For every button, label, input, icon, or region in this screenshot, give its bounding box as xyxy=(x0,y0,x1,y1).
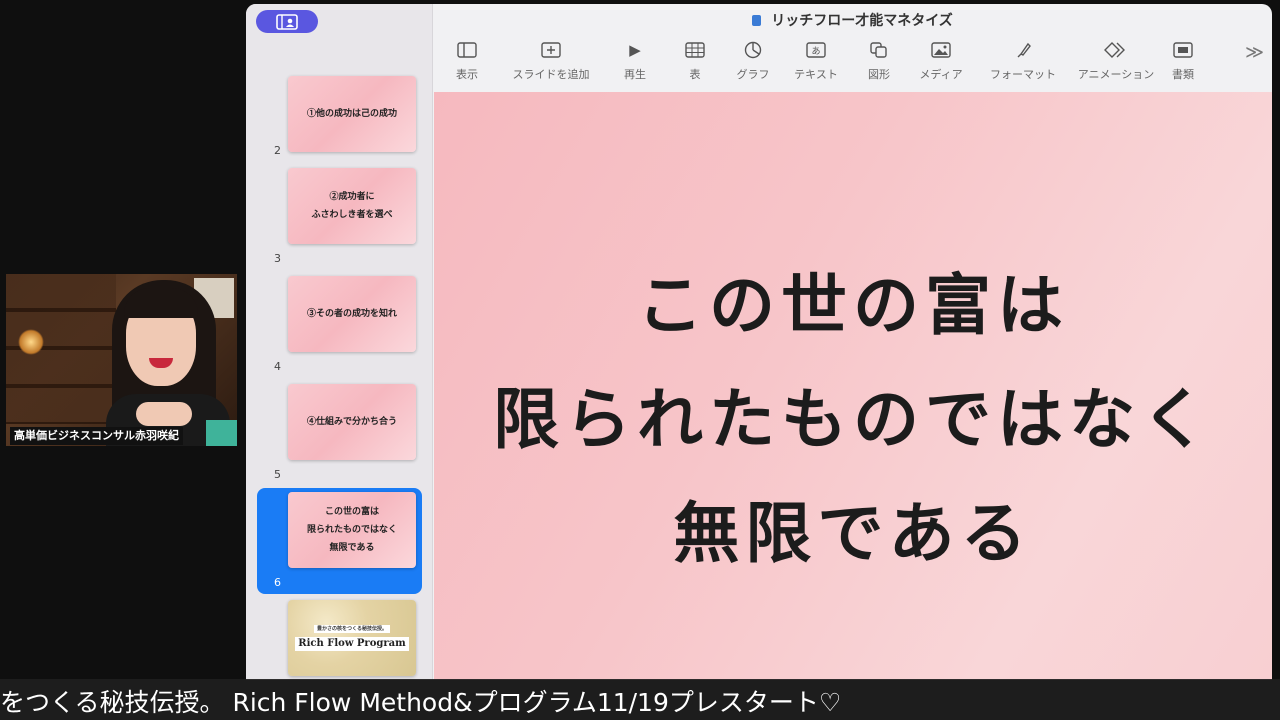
toolbar: 表示 スライドを追加 ▶ 再生 表 グラフ あ テキスト 図形 メディア フォー… xyxy=(433,38,1272,90)
slide-text-line[interactable]: 限られたものではなく xyxy=(434,366,1272,462)
add-slide-icon xyxy=(506,38,596,62)
presenter-caption: 高単価ビジネスコンサル赤羽咲紀 xyxy=(10,427,183,445)
slide-number: 3 xyxy=(274,252,281,265)
format-brush-icon xyxy=(978,38,1068,62)
toolbar-view-button[interactable]: 表示 xyxy=(422,38,512,82)
lamp xyxy=(18,329,44,355)
toolbar-format-button[interactable]: フォーマット xyxy=(978,38,1068,82)
slide-thumb-3[interactable]: ②成功者に ふさわしき者を選べ xyxy=(288,168,416,244)
sidebar-view-icon xyxy=(422,38,512,62)
toolbar-add-slide-button[interactable]: スライドを追加 xyxy=(506,38,596,82)
keynote-document-icon xyxy=(752,14,762,26)
slide-text-line[interactable]: この世の富は xyxy=(434,252,1272,348)
media-icon xyxy=(896,38,986,62)
thumb-subtitle: 豊かさの核をつくる秘技伝授。 xyxy=(314,625,390,633)
green-book xyxy=(206,420,237,446)
ticker-text: をつくる秘技伝授。 Rich Flow Method&プログラム11/19プレス… xyxy=(0,688,842,717)
scrolling-ticker: をつくる秘技伝授。 Rich Flow Method&プログラム11/19プレス… xyxy=(0,679,1280,720)
slide-text-line[interactable]: 無限である xyxy=(434,480,1272,576)
sidebar-person-icon xyxy=(276,13,298,30)
svg-text:あ: あ xyxy=(811,46,820,57)
toolbar-document-button[interactable]: 書類 xyxy=(1138,38,1228,82)
slide-thumb-5[interactable]: ④仕組みで分かち合う xyxy=(288,384,416,460)
slide-thumb-2[interactable]: ①他の成功は己の成功 xyxy=(288,76,416,152)
slide-thumb-6[interactable]: この世の富は 限られたものではなく 無限である xyxy=(288,492,416,568)
webcam-overlay xyxy=(6,274,237,446)
thumb-title: Rich Flow Program xyxy=(295,637,409,651)
document-title: リッチフロー才能マネタイズ xyxy=(771,13,953,29)
slide-number: 2 xyxy=(274,144,281,157)
slide-thumb-7[interactable]: 豊かさの核をつくる秘技伝授。 Rich Flow Program xyxy=(288,600,416,676)
slide-navigator[interactable]: ①他の成功は己の成功 2 ②成功者に ふさわしき者を選べ 3 ③その者の成功を知… xyxy=(246,4,433,680)
slide-thumb-4[interactable]: ③その者の成功を知れ xyxy=(288,276,416,352)
sidebar-toggle-button[interactable] xyxy=(256,10,318,33)
slide-number: 6 xyxy=(274,576,281,589)
slide-number: 5 xyxy=(274,468,281,481)
chevron-double-right-icon[interactable]: ≫ xyxy=(1245,42,1264,63)
toolbar-media-button[interactable]: メディア xyxy=(896,38,986,82)
title-bar: リッチフロー才能マネタイズ xyxy=(433,4,1272,36)
keynote-window: ①他の成功は己の成功 2 ②成功者に ふさわしき者を選べ 3 ③その者の成功を知… xyxy=(246,4,1272,680)
slide-canvas[interactable]: この世の富は 限られたものではなく 無限である xyxy=(434,92,1272,680)
document-icon xyxy=(1138,38,1228,62)
slide-number: 4 xyxy=(274,360,281,373)
